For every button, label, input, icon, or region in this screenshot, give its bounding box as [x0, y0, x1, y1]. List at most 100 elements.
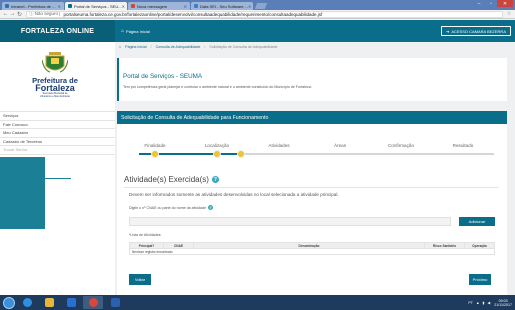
logo-line2: Fortaleza [35, 83, 75, 93]
form-header: Solicitação de Consulta de Adequabilidad… [117, 111, 507, 124]
sidebar-item-fale-conosco[interactable]: Fale Conosco [0, 119, 115, 129]
info-text: Devem ser informados somente as atividad… [129, 192, 339, 197]
close-window-icon[interactable]: ✕ [497, 0, 513, 7]
back-button[interactable]: Voltar [129, 274, 151, 285]
page-description: Tem por competência geral planejar e con… [123, 85, 312, 89]
security-label: Não seguro [34, 11, 59, 17]
prefeitura-logo: Prefeitura de Fortaleza Secretaria Munic… [15, 52, 95, 102]
minimize-icon[interactable]: – [473, 0, 485, 7]
language-indicator[interactable]: PT [468, 301, 473, 305]
back-arrow-icon[interactable]: ← [2, 11, 9, 17]
reload-icon[interactable]: ↻ [16, 11, 23, 18]
site-brand[interactable]: FORTALEZA ONLINE [0, 20, 115, 42]
windows-taskbar: PT ▲ ▮ ◀ 09:03 21/11/2017 [0, 295, 515, 310]
section-title: Atividade(s) Exercida(s) ? [124, 175, 219, 184]
browser-tab[interactable]: Intranet - Prefeitura de ... ✕ [2, 2, 64, 10]
decorative-line [0, 178, 71, 179]
close-tab-icon[interactable]: ✕ [184, 4, 187, 9]
step-dot-localizacao [213, 150, 221, 158]
bookmark-star-icon[interactable]: ☆ [505, 11, 513, 17]
site-favicon-icon [5, 4, 9, 8]
home-icon: ⌂ [121, 28, 125, 34]
tab-label: Nova mensagem [137, 3, 168, 9]
help-icon[interactable]: ? [211, 176, 219, 183]
site-favicon-icon [194, 4, 198, 8]
step-label-finalidade: Finalidade [144, 143, 166, 148]
sidebar-item-meu-cadastro[interactable]: Meu Cadastro [0, 128, 115, 137]
security-indicator[interactable]: ⓘ Não seguro | [29, 11, 60, 17]
home-icon: ⌂ [119, 45, 122, 49]
section-title-text: Atividade(s) Exercida(s) [124, 175, 209, 184]
breadcrumb-consulta[interactable]: Consulta de Adequabilidade [156, 45, 201, 49]
activity-list-label: *Lista de Atividades: [129, 233, 162, 237]
cnae-label-text: Digite o nº CNAE ou parte do nome da ati… [129, 205, 207, 210]
portal-intro-card: Portal de Serviços - SEUMA Tem por compe… [117, 58, 507, 101]
folder-icon[interactable] [39, 296, 59, 309]
section-divider [124, 187, 499, 188]
tray-arrow-icon[interactable]: ▲ [476, 301, 480, 305]
sidebar-menu: Serviços Fale Conosco Meu Cadastro Cadas… [0, 111, 115, 162]
address-bar[interactable]: ⓘ Não seguro | portalseuma.fortaleza.ce.… [26, 10, 503, 18]
word-icon[interactable] [105, 296, 125, 309]
help-icon[interactable]: ? [208, 205, 214, 210]
maximize-icon[interactable]: ▫ [485, 0, 497, 7]
user-access-button[interactable]: ➜ ACESSO CAMARA BEZERRA [440, 26, 511, 36]
browser-tab-active[interactable]: Portal de Serviços - SEU... ✕ [65, 2, 127, 10]
clock[interactable]: 09:03 21/11/2017 [494, 299, 512, 307]
breadcrumb: ⌂ Página Inicial / Consulta de Adequabil… [119, 43, 281, 51]
ie-icon[interactable] [17, 296, 37, 309]
add-activity-button[interactable]: Adicionar [459, 217, 495, 226]
user-access-label: ACESSO CAMARA BEZERRA [451, 28, 506, 34]
sidebar-item-servicos[interactable]: Serviços [0, 111, 115, 120]
step-dot-atividades [237, 150, 245, 158]
close-tab-icon[interactable]: ✕ [248, 4, 251, 9]
breadcrumb-separator: / [204, 45, 206, 49]
volume-icon[interactable]: ◀ [488, 301, 491, 305]
step-label-resultado: Resultado [452, 143, 474, 148]
city-crest-icon [41, 52, 69, 73]
breadcrumb-separator: / [150, 45, 152, 49]
breadcrumb-home[interactable]: Página Inicial [125, 45, 146, 49]
tab-label: Portal de Serviços - SEU... [74, 3, 122, 9]
wizard-steps: Finalidade Localização Atividades Áreas … [117, 139, 507, 165]
mail-favicon-icon [131, 4, 135, 8]
browser-tab[interactable]: Nova mensagem ✕ [128, 2, 190, 10]
step-label-areas: Áreas [333, 143, 347, 148]
browser-tab-strip: Intranet - Prefeitura de ... ✕ Portal de… [0, 0, 515, 10]
step-label-atividades: Atividades [268, 143, 290, 148]
browser-toolbar: ← → ↻ ⓘ Não seguro | portalseuma.fortale… [0, 10, 515, 19]
user-icon: ➜ [445, 28, 450, 34]
consulta-form-card: Solicitação de Consulta de Adequabilidad… [117, 111, 507, 295]
clock-date: 21/11/2017 [494, 302, 512, 307]
forward-arrow-icon[interactable]: → [9, 11, 16, 17]
activity-table: Principal? CNAE Denominação Risco Sanitá… [129, 242, 495, 255]
media-icon[interactable] [61, 296, 81, 309]
tab-label: Data SEI - Seu Software ... [200, 3, 249, 9]
step-dot-finalidade [151, 150, 159, 158]
sidebar-item-cadastro-terceiros[interactable]: Cadastro de Terceiros [0, 136, 115, 146]
new-tab-button[interactable] [254, 3, 268, 9]
step-label-confirmacao: Confirmação [387, 143, 415, 148]
chrome-icon[interactable] [83, 296, 103, 309]
close-tab-icon[interactable]: ✕ [122, 4, 125, 9]
decorative-block [0, 157, 45, 229]
sidebar-item-trocar-senha[interactable]: Trocar Senha [0, 145, 115, 154]
page-title: Portal de Serviços - SEUMA [123, 73, 203, 80]
cnae-search-input[interactable] [129, 217, 451, 226]
url-text: portalseuma.fortaleza.ce.gov.br/fortalez… [63, 11, 323, 17]
close-tab-icon[interactable]: ✕ [58, 4, 61, 9]
breadcrumb-current: Solicitação de Consulta de Adequabilidad… [209, 45, 278, 49]
home-link[interactable]: ⌂ Página Inicial [121, 28, 150, 34]
system-tray: PT ▲ ▮ ◀ 09:03 21/11/2017 [465, 299, 515, 307]
logo-sub2: Urbanismo e Meio Ambiente [39, 95, 71, 98]
browser-tab[interactable]: Data SEI - Seu Software ... ✕ [191, 2, 253, 10]
step-label-localizacao: Localização [204, 143, 230, 148]
cnae-label: Digite o nº CNAE ou parte do nome da ati… [129, 205, 214, 210]
start-button[interactable] [3, 296, 15, 309]
site-favicon-icon [68, 4, 72, 8]
empty-table-message: Nenhum registro encontrado. [129, 248, 495, 255]
home-link-label: Página Inicial [126, 28, 150, 34]
network-icon[interactable]: ▮ [483, 301, 485, 305]
next-button[interactable]: Próximo [469, 274, 491, 285]
window-controls: – ▫ ✕ [473, 0, 513, 7]
